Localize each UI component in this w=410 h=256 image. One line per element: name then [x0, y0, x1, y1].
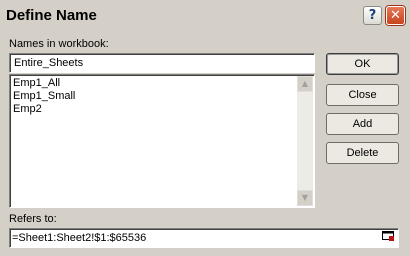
- list-item[interactable]: Emp1_All: [13, 77, 75, 90]
- refers-to-label: Refers to:: [9, 213, 57, 225]
- delete-button[interactable]: Delete: [326, 142, 399, 164]
- names-label-text: Names in workbook:: [9, 38, 109, 50]
- refers-to-value: =Sheet1:Sheet2!$1:$65536: [12, 232, 147, 244]
- name-input[interactable]: Entire_Sheets: [9, 53, 315, 73]
- close-icon: ✕: [390, 8, 401, 23]
- scroll-up-icon[interactable]: ▲: [297, 76, 313, 92]
- title-bar: Define Name ? ✕: [0, 0, 410, 32]
- list-item[interactable]: Emp1_Small: [13, 90, 75, 103]
- names-listbox[interactable]: Emp1_All Emp1_Small Emp2 ▲ ▼: [9, 74, 315, 208]
- list-item[interactable]: Emp2: [13, 103, 75, 116]
- add-button[interactable]: Add: [326, 113, 399, 135]
- close-window-button[interactable]: ✕: [386, 6, 405, 25]
- ok-button[interactable]: OK: [326, 53, 399, 75]
- refers-to-input[interactable]: =Sheet1:Sheet2!$1:$65536: [9, 228, 399, 248]
- help-icon: ?: [368, 8, 377, 23]
- help-button[interactable]: ?: [363, 6, 382, 25]
- scroll-down-icon[interactable]: ▼: [297, 190, 313, 206]
- collapse-dialog-icon[interactable]: [381, 231, 396, 245]
- names-in-workbook-label: Names in workbook:: [9, 38, 109, 50]
- dialog-title: Define Name: [6, 7, 97, 24]
- close-button[interactable]: Close: [326, 84, 399, 106]
- vertical-scrollbar[interactable]: ▲ ▼: [297, 76, 313, 206]
